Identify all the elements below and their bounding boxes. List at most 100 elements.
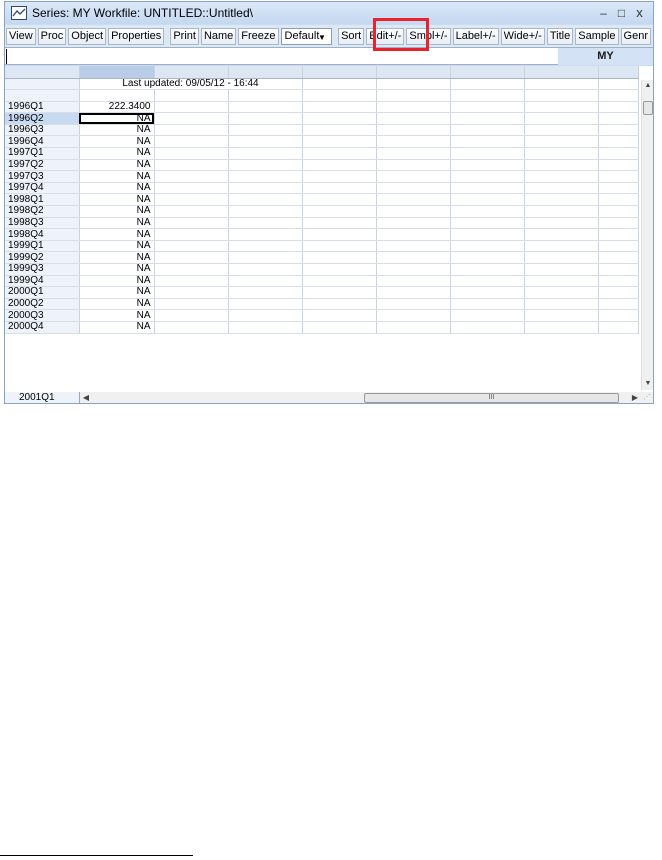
data-cell[interactable]: NA (79, 135, 155, 149)
cell-edit-input[interactable] (6, 49, 557, 64)
row-header[interactable]: 1998Q2 (5, 205, 80, 218)
row-header[interactable]: 2000Q3 (5, 309, 80, 322)
empty-cell (228, 263, 303, 276)
empty-cell (450, 263, 525, 276)
vertical-scroll-thumb[interactable] (643, 101, 653, 115)
data-cell[interactable]: NA (79, 159, 155, 172)
data-cell[interactable]: NA (79, 286, 155, 299)
row-header[interactable]: 2001Q1 (5, 392, 80, 403)
empty-cell (228, 217, 303, 230)
object-button[interactable]: Object (68, 27, 107, 45)
empty-cell (598, 112, 639, 125)
edit-toggle-button[interactable]: Edit+/- (366, 27, 405, 45)
empty-cell (598, 170, 639, 183)
data-cell[interactable]: NA (79, 205, 155, 218)
horizontal-scrollbar[interactable]: ◀ III ▶ (80, 392, 641, 403)
minimize-button[interactable]: – (596, 5, 611, 21)
empty-cell (154, 309, 229, 322)
empty-cell (302, 193, 377, 207)
sample-button[interactable]: Sample (575, 27, 619, 45)
row-header[interactable]: 1997Q3 (5, 170, 80, 183)
row-header[interactable]: 1996Q3 (5, 124, 80, 137)
data-cell[interactable]: NA (79, 112, 155, 125)
column-header-my[interactable] (79, 66, 155, 79)
data-cell[interactable]: 222.3400 (79, 101, 155, 114)
proc-button[interactable]: Proc (37, 27, 67, 45)
empty-cell (598, 124, 639, 137)
table-row: 1997Q3 NA (5, 170, 639, 183)
row-header[interactable]: 1999Q4 (5, 275, 80, 288)
display-mode-select[interactable]: Default ▼ (280, 27, 332, 45)
empty-cell (376, 286, 451, 299)
table-row: 1997Q4 NA (5, 182, 639, 195)
data-cell[interactable]: NA (79, 147, 155, 160)
data-cell[interactable]: NA (79, 251, 155, 264)
title-button[interactable]: Title (546, 27, 574, 45)
wide-toggle-button[interactable]: Wide+/- (500, 27, 545, 45)
row-header[interactable]: 1997Q2 (5, 159, 80, 172)
sort-button[interactable]: Sort (338, 27, 365, 45)
data-cell[interactable]: NA (79, 298, 155, 311)
data-cell[interactable]: NA (79, 193, 155, 207)
scroll-up-icon[interactable]: ▲ (642, 80, 653, 92)
data-cell[interactable]: NA (79, 228, 155, 241)
table-row: 1996Q1 222.3400 (5, 101, 639, 114)
scroll-down-icon[interactable]: ▼ (642, 378, 653, 390)
row-header[interactable]: 2000Q1 (5, 286, 80, 299)
data-cell[interactable]: NA (79, 240, 155, 253)
row-header[interactable]: 1996Q4 (5, 135, 80, 149)
close-button[interactable]: x (632, 5, 647, 21)
title-bar[interactable]: Series: MY Workfile: UNTITLED::Untitled\… (5, 2, 653, 24)
data-cell[interactable]: NA (79, 263, 155, 276)
resize-grip-icon[interactable]: ⋰ (641, 392, 653, 403)
empty-cell (450, 251, 525, 264)
spreadsheet-grid[interactable]: Last updated: 09/05/12 - 16:44 1996Q1 22… (5, 66, 653, 403)
row-header[interactable]: 1999Q2 (5, 251, 80, 264)
horizontal-scroll-thumb[interactable]: III (364, 393, 619, 403)
table-row: 1996Q4 NA (5, 135, 639, 149)
empty-cell (154, 112, 229, 125)
empty-cell (228, 101, 303, 114)
print-button[interactable]: Print (170, 27, 199, 45)
row-header[interactable]: 2000Q2 (5, 298, 80, 311)
table-row: 1997Q2 NA (5, 159, 639, 172)
smpl-toggle-button[interactable]: Smpl+/- (406, 27, 451, 45)
data-cell[interactable]: NA (79, 170, 155, 183)
freeze-button[interactable]: Freeze (238, 27, 279, 45)
row-header[interactable]: 1996Q2 (5, 112, 80, 125)
properties-button[interactable]: Properties (108, 27, 165, 45)
row-header[interactable]: 1997Q4 (5, 182, 80, 195)
data-cell[interactable]: NA (79, 124, 155, 137)
maximize-button[interactable]: □ (614, 5, 629, 21)
data-cell[interactable]: NA (79, 182, 155, 195)
scroll-right-icon[interactable]: ▶ (629, 392, 641, 403)
row-header[interactable]: 1998Q3 (5, 217, 80, 230)
data-cell[interactable]: NA (79, 321, 155, 334)
row-header[interactable]: 1998Q4 (5, 228, 80, 241)
empty-cell (376, 217, 451, 230)
empty-cell (524, 251, 599, 264)
data-cell[interactable]: NA (79, 217, 155, 230)
label-toggle-button[interactable]: Label+/- (452, 27, 499, 45)
empty-cell (524, 286, 599, 299)
view-button[interactable]: View (6, 27, 36, 45)
data-cell[interactable]: NA (79, 309, 155, 322)
series-toolbar: View Proc Object Properties Print Name F… (5, 25, 653, 47)
vertical-scrollbar[interactable]: ▲ ▼ (641, 80, 653, 390)
name-button[interactable]: Name (200, 27, 237, 45)
empty-cell (450, 159, 525, 172)
row-header[interactable]: 1998Q1 (5, 193, 80, 207)
empty-cell (524, 112, 599, 125)
scroll-left-icon[interactable]: ◀ (80, 392, 92, 403)
row-header[interactable]: 1997Q1 (5, 147, 80, 160)
genr-button[interactable]: Genr (620, 27, 651, 45)
empty-cell (302, 286, 377, 299)
data-cell[interactable]: NA (79, 275, 155, 288)
empty-cell (598, 298, 639, 311)
row-header[interactable]: 2000Q4 (5, 321, 80, 334)
row-header[interactable]: 1999Q3 (5, 263, 80, 276)
row-header[interactable]: 1999Q1 (5, 240, 80, 253)
row-header[interactable]: 1996Q1 (5, 101, 80, 114)
empty-cell (524, 170, 599, 183)
empty-cell (598, 263, 639, 276)
